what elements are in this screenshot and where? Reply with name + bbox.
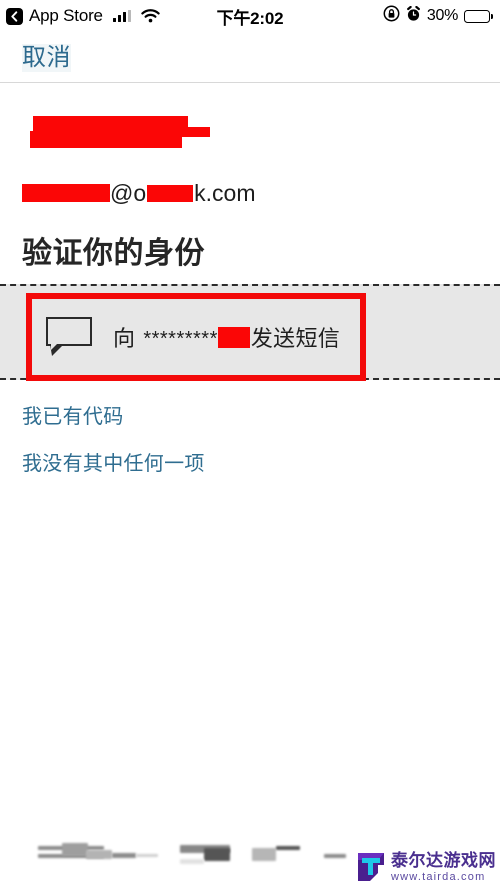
rotation-lock-icon: [383, 5, 400, 27]
battery-percent-label: 30%: [426, 7, 458, 24]
watermark-site-name: 泰尔达游戏网: [391, 850, 496, 870]
blur-bar: [276, 846, 300, 850]
blur-bar: [180, 859, 204, 864]
watermark-text: 泰尔达游戏网 www.tairda.com: [391, 852, 496, 883]
email-user-redaction: [22, 184, 110, 202]
status-bar-left: App Store: [6, 6, 161, 26]
email-suffix: .com: [205, 179, 256, 206]
tairda-t-logo-icon: [356, 851, 386, 883]
alarm-clock-icon: [406, 5, 421, 27]
navigation-bar: 取消: [0, 34, 500, 82]
battery-icon: [464, 9, 493, 23]
account-email: @ o k .com: [22, 180, 256, 206]
cellular-signal-icon: [112, 9, 132, 22]
sms-text-suffix: 发送短信: [250, 326, 341, 351]
blur-bar: [252, 848, 276, 861]
page-title: 验证你的身份: [22, 237, 205, 270]
email-domain-redaction: [147, 184, 194, 202]
blur-bar: [324, 854, 346, 858]
send-sms-option-highlight[interactable]: 向 ********* 发送短信: [26, 293, 366, 381]
site-watermark: 泰尔达游戏网 www.tairda.com: [356, 851, 496, 883]
header-divider: [0, 82, 500, 83]
send-sms-option-label: 向 ********* 发送短信: [113, 321, 340, 353]
blur-bar: [62, 843, 88, 856]
no-options-link[interactable]: 我没有其中任何一项: [22, 447, 205, 476]
send-sms-option-row[interactable]: 向 ********* 发送短信: [32, 299, 360, 375]
email-domain-head: o: [133, 179, 147, 206]
blur-bar: [112, 853, 136, 858]
email-at-symbol: @: [110, 179, 134, 206]
status-bar-back-label[interactable]: App Store: [29, 6, 103, 26]
phone-redaction: [217, 326, 250, 348]
sms-text-prefix: 向: [113, 326, 136, 351]
masked-phone-number: *********: [143, 327, 218, 350]
blur-bar: [86, 850, 112, 859]
blur-bar: [204, 848, 230, 861]
blur-bar: [136, 854, 158, 857]
cancel-button[interactable]: 取消: [22, 43, 71, 73]
watermark-site-url: www.tairda.com: [391, 870, 486, 883]
chevron-left-icon[interactable]: [6, 7, 23, 25]
status-bar: App Store 下午2:02 30%: [0, 0, 500, 32]
have-code-link[interactable]: 我已有代码: [22, 400, 124, 429]
wifi-icon: [141, 9, 161, 23]
status-bar-right: 30%: [383, 5, 493, 27]
bottom-blurred-area: 泰尔达游戏网 www.tairda.com: [0, 826, 500, 889]
speech-bubble-icon: [46, 317, 92, 357]
email-domain-tail: k: [194, 179, 206, 206]
